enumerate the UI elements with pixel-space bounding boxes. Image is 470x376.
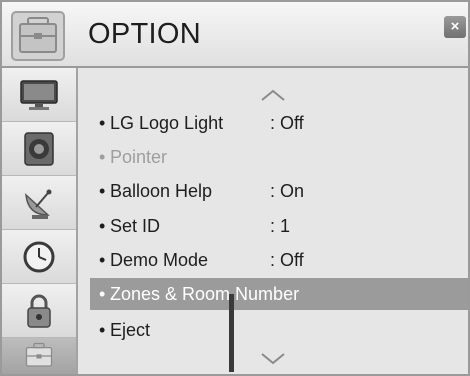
clock-icon <box>23 241 55 272</box>
menu-item-value: : Off <box>270 250 304 270</box>
menu-item-label: Balloon Help <box>110 181 213 201</box>
option-list: • LG Logo Light : Off • Pointer • Balloo… <box>78 68 468 374</box>
menu-item-label: Pointer <box>110 147 168 167</box>
menu-item-value: : On <box>270 181 305 201</box>
menu-item-eject[interactable]: • Eject <box>90 315 465 345</box>
menu-item-pointer: • Pointer <box>99 147 168 167</box>
option-menu-window: OPTION × • LG Logo Light: Off • Pointer… <box>0 0 470 376</box>
menu-item-label: Demo Mode <box>110 250 209 270</box>
scroll-down-arrow-icon[interactable] <box>260 352 286 366</box>
sidebar-item-channel[interactable] <box>2 176 76 230</box>
scrollbar[interactable] <box>229 294 234 372</box>
sidebar-item-time[interactable] <box>2 230 76 284</box>
menu-item-set-id[interactable]: • Set ID : 1 <box>90 211 465 241</box>
padlock-icon <box>27 294 51 328</box>
header-bar: OPTION × <box>2 2 468 68</box>
toolbox-icon <box>25 342 53 367</box>
menu-item-zones-room-number[interactable]: • Zones & Room Number <box>90 278 468 310</box>
menu-item-value: : 1 <box>270 216 291 236</box>
menu-item-value: : Off <box>270 113 304 133</box>
menu-item-lg-logo-light[interactable]: • LG Logo Light : Off <box>90 108 465 138</box>
menu-item-balloon-help[interactable]: • Balloon Help : On <box>90 176 465 206</box>
scroll-up-arrow-icon[interactable] <box>260 88 286 102</box>
page-title: OPTION <box>88 18 201 50</box>
menu-item-label: Zones & Room Number <box>110 284 300 304</box>
speaker-icon <box>24 131 54 166</box>
sidebar-item-audio[interactable] <box>2 122 76 176</box>
toolbox-icon <box>11 11 65 61</box>
menu-item-label: Set ID <box>110 216 161 236</box>
menu-item-demo-mode[interactable]: • Demo Mode : Off <box>90 245 465 275</box>
tv-monitor-icon <box>20 79 58 110</box>
sidebar-item-picture[interactable] <box>2 68 76 122</box>
menu-item-label: LG Logo Light <box>110 113 224 133</box>
menu-item-label: Eject <box>110 320 151 340</box>
sidebar-item-lock[interactable] <box>2 284 76 338</box>
satellite-dish-icon <box>25 189 52 219</box>
close-button[interactable]: × <box>444 16 466 38</box>
sidebar-item-option[interactable] <box>2 338 76 374</box>
category-sidebar <box>2 68 78 374</box>
